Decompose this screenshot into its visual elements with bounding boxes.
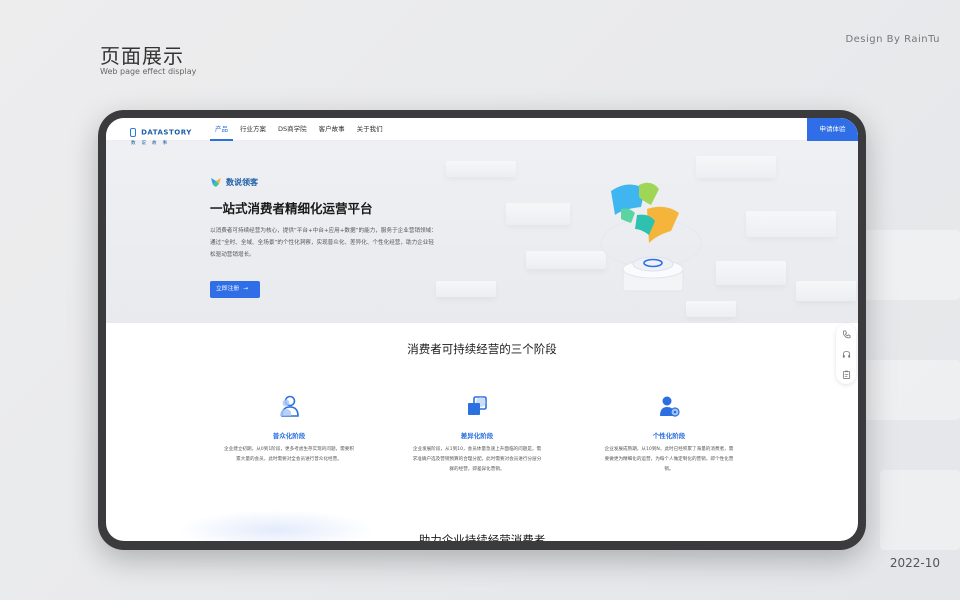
- logo-mark-icon: [130, 128, 136, 137]
- hero-description: 以消费者可持续经营为核心，提供“平台+中台+应用+数据”的能力，服务于企业营销领…: [210, 228, 437, 258]
- logo-text: DATASTORY: [141, 128, 192, 137]
- register-button[interactable]: 立即注册 →: [210, 281, 260, 298]
- stage-name: 个性化阶段: [652, 432, 686, 440]
- stage-card: 差异化阶段 企业发展阶段，从1到10，会员体量急速上升面临的问题是，需求准确户选…: [412, 394, 542, 475]
- stage-name: 普众化阶段: [272, 432, 306, 440]
- presentation-date: 2022-10: [889, 556, 940, 570]
- phone-button[interactable]: [836, 324, 856, 344]
- layers-icon: [468, 396, 487, 415]
- logo-subtext: 数说故事: [131, 141, 173, 146]
- hero-section: 数说领客 一站式消费者精细化运营平台 以消费者可持续经营为核心，提供“平台+中台…: [106, 141, 858, 323]
- stage-description: 企业发展成熟期，从10到N，此时已经积累了海量的消费者，需要做更为精细化的运营，…: [604, 447, 734, 472]
- hero-brand: 数说领客: [210, 177, 258, 188]
- feedback-button[interactable]: [836, 364, 856, 384]
- next-section-title: 助力企业持续经营消费者: [418, 533, 546, 541]
- hero-illustration: [600, 182, 702, 292]
- apply-trial-button[interactable]: 申请体验: [807, 118, 858, 141]
- nav-item-ds-academy[interactable]: DS商学院: [272, 118, 313, 141]
- headset-icon: [842, 350, 850, 358]
- nav-item-products[interactable]: 产品: [209, 118, 234, 141]
- main-menu: 产品 行业方案 DS商学院 客户故事 关于我们: [209, 118, 389, 141]
- site-logo[interactable]: DATASTORY 数说故事: [130, 122, 192, 146]
- nav-item-industry-solutions[interactable]: 行业方案: [234, 118, 272, 141]
- phone-icon: [842, 329, 851, 338]
- customer-service-button[interactable]: [836, 344, 856, 364]
- stage-description: 企业发展阶段，从1到10，会员体量急速上升面临的问题是，需求准确户选及营销预算的…: [412, 447, 542, 472]
- presentation-subtitle: Web page effect display: [100, 67, 197, 76]
- stages-section-title: 消费者可持续经营的三个阶段: [407, 342, 557, 356]
- nav-item-about-us[interactable]: 关于我们: [351, 118, 389, 141]
- tablet-frame: 数说领客 一站式消费者精细化运营平台 以消费者可持续经营为核心，提供“平台+中台…: [98, 110, 866, 550]
- register-button-label: 立即注册: [216, 286, 240, 292]
- stage-card: 普众化阶段 企业建立初期，从0到1阶段，更多考虑生存实现的问题，需要积累大量的会…: [224, 394, 354, 465]
- brand-logo-icon: [211, 178, 221, 187]
- stage-name: 差异化阶段: [460, 432, 494, 440]
- hero-title: 一站式消费者精细化运营平台: [210, 201, 373, 216]
- user-settings-icon: [660, 396, 680, 417]
- clipboard-icon: [842, 370, 850, 379]
- arrow-right-icon: →: [243, 286, 249, 292]
- top-navbar: DATASTORY 数说故事 产品 行业方案 DS商学院 客户故事 关于我们 申…: [106, 118, 858, 146]
- presentation-title: 页面展示: [100, 44, 184, 68]
- tablet-screen: 数说领客 一站式消费者精细化运营平台 以消费者可持续经营为核心，提供“平台+中台…: [106, 118, 858, 541]
- users-icon: [280, 395, 299, 417]
- stage-card: 个性化阶段 企业发展成熟期，从10到N，此时已经积累了海量的消费者，需要做更为精…: [604, 394, 734, 475]
- hero-brand-label: 数说领客: [226, 178, 258, 187]
- design-credit: Design By RainTu: [845, 34, 940, 45]
- floating-contact-bar: [836, 324, 856, 384]
- nav-item-customer-stories[interactable]: 客户故事: [313, 118, 351, 141]
- stage-description: 企业建立初期，从0到1阶段，更多考虑生存实现的问题，需要积累大量的会员，此时需要…: [224, 447, 354, 462]
